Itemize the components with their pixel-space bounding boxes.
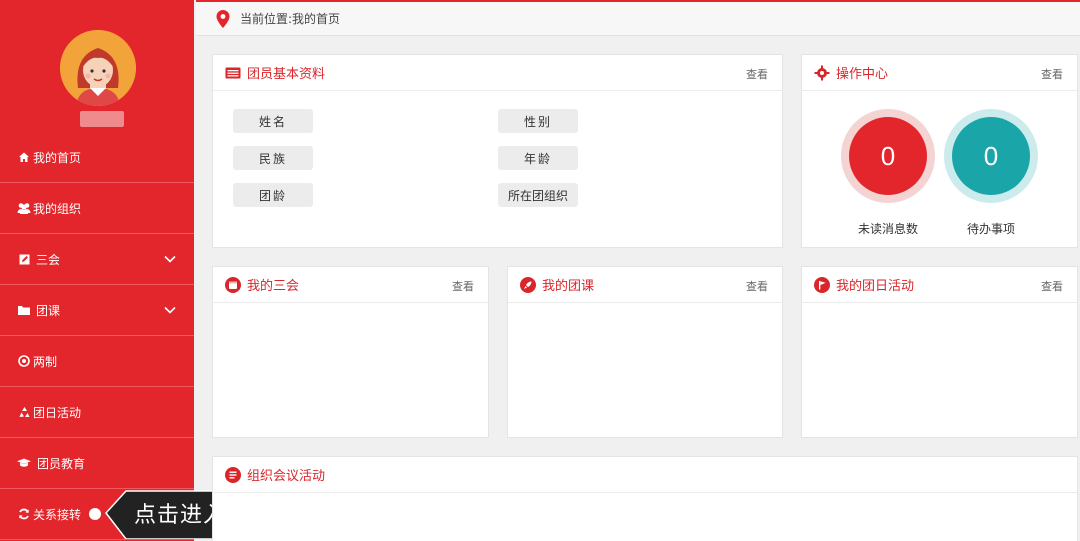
- unread-count: 0: [849, 117, 927, 195]
- panel-header: 我的团课 查看: [508, 267, 782, 303]
- chevron-down-icon[interactable]: [164, 253, 176, 265]
- sidebar-item-label: 团员教育: [37, 456, 86, 471]
- field-name-label: 姓名: [233, 109, 313, 133]
- field-league-age-label: 团龄: [233, 183, 313, 207]
- sidebar-item-label: 三会: [36, 252, 61, 267]
- breadcrumb-bar: 当前位置:我的首页: [196, 0, 1080, 36]
- field-gender-label: 性别: [498, 109, 578, 133]
- sidebar-item-league-day-activity[interactable]: 团日活动: [0, 387, 194, 438]
- sidebar-item-member-education[interactable]: 团员教育: [0, 438, 194, 489]
- sidebar-item-label: 团课: [36, 303, 61, 318]
- view-more-link[interactable]: 查看: [1041, 278, 1063, 294]
- sidebar-item-label: 两制: [33, 354, 58, 369]
- id-card-icon: [225, 67, 241, 78]
- panel-title: 组织会议活动: [247, 469, 326, 484]
- panel-header: 我的团日活动 查看: [802, 267, 1077, 303]
- panel-title: 我的三会: [247, 279, 300, 294]
- home-icon: [17, 151, 31, 163]
- refresh-icon: [17, 508, 31, 520]
- sidebar-item-label: 团日活动: [33, 405, 82, 420]
- flag-icon: [814, 276, 830, 293]
- folder-icon: [17, 305, 31, 315]
- todo-items-counter[interactable]: 0: [944, 109, 1038, 203]
- breadcrumb: 当前位置:我的首页: [240, 12, 341, 26]
- sidebar: 我的首页 我的组织 三会 团课 两制 团日活动 团员教育 关系接转: [0, 0, 194, 541]
- sidebar-item-home[interactable]: 我的首页: [0, 132, 194, 183]
- todo-count: 0: [952, 117, 1030, 195]
- panel-title: 我的团日活动: [836, 279, 915, 294]
- recycle-icon: [17, 406, 31, 419]
- sidebar-item-label: 我的组织: [33, 201, 82, 216]
- panel-title: 我的团课: [542, 279, 595, 294]
- document-list-icon: [225, 466, 241, 483]
- users-icon: [17, 202, 31, 214]
- sidebar-item-label: 关系接转: [33, 507, 82, 522]
- unread-messages-label: 未读消息数: [857, 222, 918, 236]
- chevron-down-icon[interactable]: [164, 304, 176, 316]
- unread-messages-counter[interactable]: 0: [841, 109, 935, 203]
- panel-header: 我的三会 查看: [213, 267, 488, 303]
- field-age-label: 年龄: [498, 146, 578, 170]
- location-pin-icon: [216, 9, 230, 28]
- member-profile-panel: 团员基本资料 查看 姓名 性别 民族 年龄 团龄 所在团组织: [212, 54, 783, 248]
- gear-icon: [814, 65, 830, 80]
- view-more-link[interactable]: 查看: [1041, 66, 1063, 82]
- sidebar-item-league-lessons[interactable]: 团课: [0, 285, 194, 336]
- panel-header: 团员基本资料 查看: [213, 55, 782, 91]
- avatar[interactable]: [60, 30, 136, 106]
- field-ethnicity-label: 民族: [233, 146, 313, 170]
- edit-icon: [17, 254, 31, 265]
- avatar-illustration: [60, 30, 136, 106]
- my-league-day-activity-panel: 我的团日活动 查看: [801, 266, 1078, 438]
- panel-header: 组织会议活动: [213, 457, 1077, 493]
- sidebar-item-three-meetings[interactable]: 三会: [0, 234, 194, 285]
- sidebar-item-label: 我的首页: [33, 150, 82, 165]
- rocket-icon: [520, 276, 536, 293]
- org-meeting-activities-panel: 组织会议活动: [212, 456, 1078, 541]
- panel-header: 操作中心 查看: [802, 55, 1077, 91]
- field-organization-label: 所在团组织: [498, 183, 578, 207]
- cursor-dot-indicator: [89, 508, 102, 520]
- operations-center-panel: 操作中心 查看 0 未读消息数 0 待办事项: [801, 54, 1078, 248]
- panel-title: 团员基本资料: [247, 67, 326, 82]
- user-name-redacted: [80, 111, 124, 127]
- my-three-meetings-panel: 我的三会 查看: [212, 266, 489, 438]
- my-league-lessons-panel: 我的团课 查看: [507, 266, 783, 438]
- view-more-link[interactable]: 查看: [746, 66, 768, 82]
- graduation-cap-icon: [17, 457, 31, 469]
- sidebar-item-two-systems[interactable]: 两制: [0, 336, 194, 387]
- todo-items-label: 待办事项: [966, 222, 1015, 236]
- sidebar-nav: 我的首页 我的组织 三会 团课 两制 团日活动 团员教育 关系接转: [0, 132, 194, 540]
- view-more-link[interactable]: 查看: [452, 278, 474, 294]
- view-more-link[interactable]: 查看: [746, 278, 768, 294]
- calendar-icon: [225, 276, 241, 293]
- panel-title: 操作中心: [836, 67, 889, 82]
- target-icon: [17, 355, 31, 367]
- sidebar-item-organization[interactable]: 我的组织: [0, 183, 194, 234]
